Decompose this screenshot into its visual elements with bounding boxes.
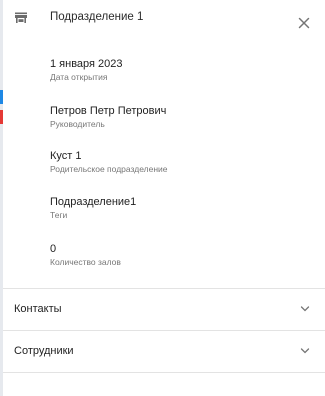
section-label: Сотрудники — [14, 345, 74, 357]
background-blue-marker — [0, 90, 3, 104]
field-value: Куст 1 — [50, 150, 82, 162]
field-label: Количество залов — [50, 257, 121, 267]
close-icon[interactable] — [296, 15, 312, 31]
field-parent-unit: Куст 1 Родительское подразделение — [50, 150, 168, 175]
field-value: 0 — [50, 243, 57, 255]
field-label: Родительское подразделение — [50, 164, 168, 174]
field-manager: Петров Петр Петрович Руководитель — [50, 105, 166, 130]
store-icon — [15, 12, 27, 23]
section-employees[interactable]: Сотрудники — [3, 331, 325, 371]
chevron-down-icon — [300, 306, 310, 312]
field-value: Подразделение1 — [50, 196, 137, 208]
field-value: 1 января 2023 — [50, 58, 123, 70]
field-opening-date: 1 января 2023 Дата открытия — [50, 58, 123, 83]
field-halls-count: 0 Количество залов — [50, 243, 121, 268]
background-red-marker — [0, 110, 3, 124]
field-tags: Подразделение1 Теги — [50, 196, 136, 221]
field-label: Теги — [50, 210, 68, 220]
chevron-down-icon — [300, 348, 310, 354]
section-label: Контакты — [14, 303, 62, 315]
field-label: Дата открытия — [50, 72, 108, 82]
panel-header: Подразделение 1 — [0, 0, 325, 40]
panel-title: Подразделение 1 — [50, 11, 144, 23]
field-label: Руководитель — [50, 119, 105, 129]
field-value: Петров Петр Петрович — [50, 105, 167, 117]
divider — [3, 372, 325, 373]
section-contacts[interactable]: Контакты — [3, 289, 325, 329]
